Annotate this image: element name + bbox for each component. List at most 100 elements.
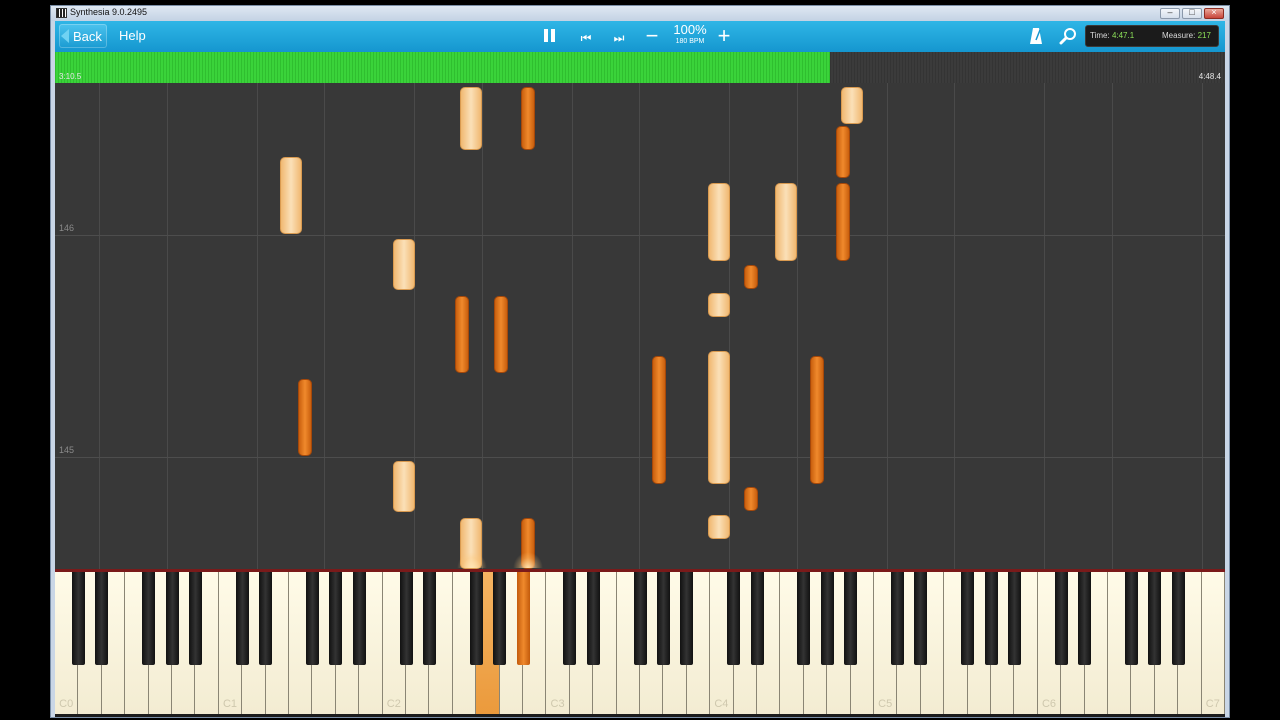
black-key-ds5[interactable]	[914, 572, 928, 665]
black-key-as2[interactable]	[516, 572, 530, 665]
black-key-ds6[interactable]	[1078, 572, 1092, 665]
pause-icon-bar	[551, 29, 555, 42]
grid-line	[887, 83, 888, 569]
black-key-cs1[interactable]	[235, 572, 249, 665]
progress-remaining	[829, 52, 1225, 83]
black-key-fs2[interactable]	[469, 572, 483, 665]
black-key-as4[interactable]	[844, 572, 858, 665]
note	[708, 183, 730, 261]
skip-back-icon: ⏮	[580, 31, 592, 45]
close-icon: ×	[1211, 7, 1217, 17]
measure-line	[55, 457, 1225, 458]
close-button[interactable]: ×	[1204, 7, 1224, 19]
note	[708, 515, 730, 539]
time-value: 4:47.1	[1111, 31, 1135, 40]
black-key-fs5[interactable]	[961, 572, 975, 665]
grid-line	[1112, 83, 1113, 569]
black-key-cs5[interactable]	[890, 572, 904, 665]
black-key-gs4[interactable]	[820, 572, 834, 665]
piano-keyboard: C0 C1 C2 C3 C4 C5 C6 C7	[55, 569, 1225, 717]
black-key-ds1[interactable]	[259, 572, 273, 665]
black-key-gs3[interactable]	[656, 572, 670, 665]
note	[280, 157, 302, 234]
grid-line	[1202, 83, 1203, 569]
note	[836, 126, 850, 178]
note	[775, 183, 797, 261]
black-key-gs5[interactable]	[984, 572, 998, 665]
black-key-fs6[interactable]	[1124, 572, 1138, 665]
grid-line	[99, 83, 100, 569]
key-label: C1	[222, 698, 238, 710]
toolbar: Back Help ⏮ ⏭ − 100% 180 BPM + Time: 4:4…	[55, 21, 1225, 53]
black-key-cs2[interactable]	[399, 572, 413, 665]
note	[455, 296, 469, 373]
measure-label: Measure:	[1162, 31, 1196, 40]
black-key-ds3[interactable]	[586, 572, 600, 665]
black-key-as5[interactable]	[1007, 572, 1021, 665]
progress-start-time: 3:10.5	[59, 72, 82, 81]
speed-down-button[interactable]: −	[643, 25, 661, 47]
black-key-ds0[interactable]	[95, 572, 109, 665]
black-key-cs6[interactable]	[1054, 572, 1068, 665]
black-key-gs2[interactable]	[493, 572, 507, 665]
search-icon[interactable]	[1059, 27, 1077, 45]
note	[521, 87, 535, 150]
back-button[interactable]: Back	[59, 24, 107, 48]
progress-end-time: 4:48.4	[1198, 72, 1221, 81]
note	[841, 87, 863, 124]
note	[708, 351, 730, 484]
skip-back-button[interactable]: ⏮	[578, 26, 594, 48]
black-key-fs3[interactable]	[633, 572, 647, 665]
white-key-c7[interactable]: C7	[1201, 572, 1225, 714]
note-hit-spark	[457, 552, 487, 568]
maximize-button[interactable]: □	[1182, 7, 1202, 19]
skip-forward-button[interactable]: ⏭	[611, 26, 627, 48]
black-key-cs3[interactable]	[563, 572, 577, 665]
black-key-cs4[interactable]	[727, 572, 741, 665]
maximize-icon: □	[1189, 7, 1195, 17]
black-key-fs0[interactable]	[142, 572, 156, 665]
black-key-fs4[interactable]	[797, 572, 811, 665]
black-key-fs1[interactable]	[305, 572, 319, 665]
title-bar: Synthesia 9.0.2495 – □ ×	[51, 6, 1229, 21]
speed-display: 100% 180 BPM	[667, 23, 713, 46]
time-label: Time:	[1090, 31, 1110, 40]
grid-line	[257, 83, 258, 569]
speed-percent: 100%	[673, 22, 707, 37]
black-key-as3[interactable]	[680, 572, 694, 665]
grid-line	[167, 83, 168, 569]
measure-value: 217	[1197, 31, 1211, 40]
synthesia-window: Synthesia 9.0.2495 – □ × Back Help ⏮ ⏭ −…	[50, 5, 1230, 718]
black-key-gs6[interactable]	[1148, 572, 1162, 665]
grid-line	[954, 83, 955, 569]
metronome-icon[interactable]	[1029, 27, 1043, 45]
speed-up-button[interactable]: +	[715, 25, 733, 47]
black-key-as1[interactable]	[352, 572, 366, 665]
app-icon	[56, 8, 67, 18]
key-label: C5	[878, 698, 893, 710]
skip-forward-icon: ⏭	[613, 31, 625, 45]
note	[836, 183, 850, 261]
black-key-ds4[interactable]	[750, 572, 764, 665]
black-key-gs1[interactable]	[329, 572, 343, 665]
note	[744, 265, 758, 289]
grid-line	[639, 83, 640, 569]
black-key-gs0[interactable]	[165, 572, 179, 665]
minimize-button[interactable]: –	[1160, 7, 1180, 19]
grid-line	[324, 83, 325, 569]
back-label: Back	[73, 29, 102, 44]
grid-line	[797, 83, 798, 569]
black-key-as0[interactable]	[188, 572, 202, 665]
note-hit-spark	[513, 552, 543, 568]
note	[393, 239, 415, 290]
black-key-ds2[interactable]	[422, 572, 436, 665]
black-key-as6[interactable]	[1171, 572, 1185, 665]
progress-fill	[55, 52, 830, 83]
help-button[interactable]: Help	[119, 28, 146, 43]
pause-icon	[544, 29, 548, 42]
grid-line	[1044, 83, 1045, 569]
song-progress-bar[interactable]: 3:10.5 4:48.4	[55, 52, 1225, 83]
note	[708, 293, 730, 317]
note	[810, 356, 824, 484]
black-key-cs0[interactable]	[71, 572, 85, 665]
